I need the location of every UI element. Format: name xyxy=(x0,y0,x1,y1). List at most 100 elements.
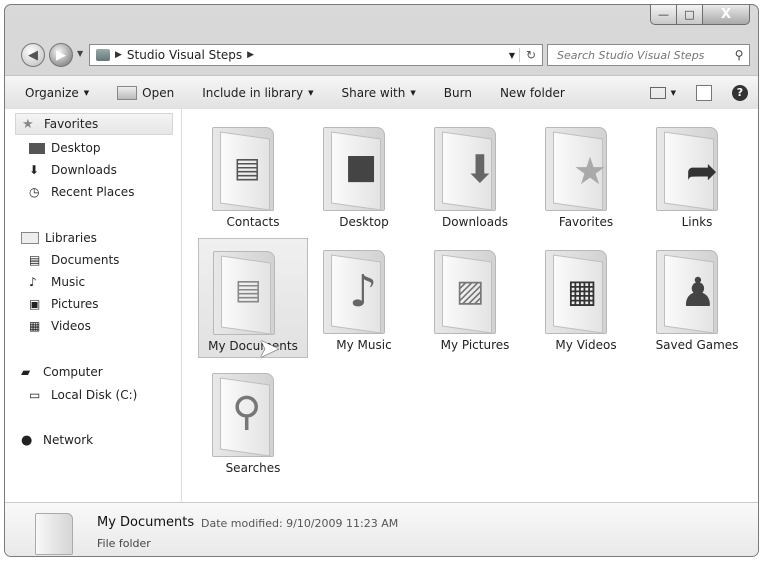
folder-icon: ♟ xyxy=(656,244,738,334)
nav-item-computer[interactable]: ▰ Computer xyxy=(21,365,103,379)
new-folder-button[interactable]: New folder xyxy=(500,86,565,100)
search-icon[interactable]: ⚲ xyxy=(729,48,749,62)
folder-my-pictures[interactable]: ▨ My Pictures xyxy=(420,238,530,358)
nav-item-libraries[interactable]: Libraries xyxy=(21,231,97,245)
nav-item-videos[interactable]: ▦ Videos xyxy=(29,319,91,333)
back-arrow-icon: ◀ xyxy=(28,47,38,63)
folder-label: My Documents xyxy=(208,339,298,353)
folder-icon: ➦ xyxy=(656,121,738,211)
details-type: File folder xyxy=(97,537,151,550)
view-options-icon[interactable] xyxy=(649,86,666,99)
back-button[interactable]: ◀ xyxy=(21,43,45,67)
organize-button[interactable]: Organize ▼ xyxy=(25,86,89,100)
folder-icon: ♪ xyxy=(323,244,405,334)
command-bar: Organize ▼ Open Include in library ▼ Share… xyxy=(5,75,758,110)
chevron-down-icon[interactable]: ▼ xyxy=(671,89,676,97)
nav-item-local-disk[interactable]: ▭ Local Disk (C:) xyxy=(29,388,137,402)
folder-saved-games[interactable]: ♟ Saved Games xyxy=(642,238,752,358)
breadcrumb-separator: ▶ xyxy=(115,50,122,60)
nav-item-favorites[interactable]: ★ Favorites xyxy=(15,113,173,135)
navigation-pane: ★ Favorites Desktop ⬇ Downloads ◷ Recent Pl… xyxy=(5,109,182,502)
folder-label: Searches xyxy=(225,461,281,475)
folder-links[interactable]: ➦ Links xyxy=(642,115,752,235)
pictures-icon: ▣ xyxy=(29,297,41,311)
help-icon[interactable]: ? xyxy=(732,84,748,101)
magnifier-icon: ⚲ xyxy=(232,389,262,435)
include-in-library-button[interactable]: Include in library ▼ xyxy=(202,86,313,100)
computer-icon: ▰ xyxy=(21,365,31,379)
folder-my-documents[interactable]: ▤ My Documents xyxy=(198,238,308,358)
address-bar[interactable]: ▶ Studio Visual Steps ▶ ▼ ↻ xyxy=(89,44,543,66)
chevron-down-icon: ▼ xyxy=(308,88,314,97)
picture-icon: ▨ xyxy=(456,274,485,309)
nav-item-desktop[interactable]: Desktop xyxy=(29,141,101,155)
videos-icon: ▦ xyxy=(29,319,41,333)
burn-button[interactable]: Burn xyxy=(444,86,472,100)
monitor-icon: ■ xyxy=(345,147,378,187)
network-icon: ● xyxy=(21,433,33,448)
folder-contacts[interactable]: ▤ Contacts xyxy=(198,115,308,235)
folder-desktop[interactable]: ■ Desktop xyxy=(309,115,419,235)
desktop-icon xyxy=(29,142,45,154)
search-input[interactable] xyxy=(555,47,729,63)
mouse-cursor-icon: ➤ xyxy=(258,334,280,364)
folder-label: Favorites xyxy=(558,215,614,229)
preview-pane-icon[interactable] xyxy=(696,84,712,101)
folder-icon: ⚲ xyxy=(212,367,294,457)
nav-item-documents[interactable]: ▤ Documents xyxy=(29,253,119,267)
folder-icon: ▨ xyxy=(434,244,516,334)
main-area: ★ Favorites Desktop ⬇ Downloads ◷ Recent Pl… xyxy=(5,109,758,502)
close-button[interactable]: X xyxy=(703,5,750,25)
chevron-down-icon: ▼ xyxy=(83,88,90,97)
recent-pages-dropdown[interactable]: ▼ xyxy=(77,49,83,58)
refresh-icon[interactable]: ↻ xyxy=(519,48,542,62)
folder-searches[interactable]: ⚲ Searches xyxy=(198,361,308,481)
folder-downloads[interactable]: ⬇ Downloads xyxy=(420,115,530,235)
folder-favorites[interactable]: ★ Favorites xyxy=(531,115,641,235)
maximize-button[interactable]: □ xyxy=(677,5,703,25)
folder-icon: ▦ xyxy=(545,244,627,334)
address-row: ◀ ▶ ▼ ▶ Studio Visual Steps ▶ ▼ ↻ ⚲ xyxy=(15,41,750,69)
chess-pawn-icon: ♟ xyxy=(680,270,716,316)
music-icon: ♪ xyxy=(29,275,37,289)
details-pane: My Documents Date modified: 9/10/2009 11… xyxy=(5,502,758,556)
folder-label: Saved Games xyxy=(655,338,739,352)
minimize-button[interactable]: — xyxy=(650,5,677,25)
explorer-window: — □ X ◀ ▶ ▼ ▶ Studio Visual Steps ▶ ▼ ↻ … xyxy=(4,4,759,557)
folder-icon: ★ xyxy=(545,121,627,211)
open-button[interactable]: Open xyxy=(117,85,174,100)
downloads-icon: ⬇ xyxy=(29,163,40,177)
nav-item-network[interactable]: ● Network xyxy=(21,433,93,448)
open-icon xyxy=(117,85,138,100)
star-icon: ★ xyxy=(22,117,34,132)
details-name: My Documents xyxy=(97,515,195,530)
forward-button[interactable]: ▶ xyxy=(49,43,73,67)
recent-places-icon: ◷ xyxy=(29,185,40,199)
folder-icon xyxy=(35,513,73,555)
breadcrumb-item[interactable]: Studio Visual Steps xyxy=(127,48,242,62)
nav-item-recent-places[interactable]: ◷ Recent Places xyxy=(29,185,134,199)
folder-label: Contacts xyxy=(226,215,280,229)
nav-item-pictures[interactable]: ▣ Pictures xyxy=(29,297,99,311)
folder-icon: ⬇ xyxy=(434,121,516,211)
user-folder-icon xyxy=(96,49,110,61)
chevron-down-icon: ▼ xyxy=(410,88,416,97)
folder-icon: ■ xyxy=(323,121,405,211)
nav-item-downloads[interactable]: ⬇ Downloads xyxy=(29,163,117,177)
document-icon: ▤ xyxy=(235,273,262,306)
down-arrow-icon: ⬇ xyxy=(464,147,496,191)
breadcrumb-separator[interactable]: ▶ xyxy=(247,50,254,60)
contact-card-icon: ▤ xyxy=(234,151,261,184)
folder-label: Links xyxy=(681,215,713,229)
folder-label: My Music xyxy=(336,338,392,352)
nav-item-music[interactable]: ♪ Music xyxy=(29,275,85,289)
search-box[interactable]: ⚲ xyxy=(547,44,750,66)
folder-my-videos[interactable]: ▦ My Videos xyxy=(531,238,641,358)
toolbar-right: ▼ ? xyxy=(649,84,758,101)
share-with-button[interactable]: Share with ▼ xyxy=(341,86,415,100)
folder-icon: ▤ xyxy=(213,245,295,335)
hard-disk-icon: ▭ xyxy=(29,388,41,402)
address-dropdown-icon[interactable]: ▼ xyxy=(505,51,519,60)
folder-label: Downloads xyxy=(442,215,508,229)
folder-my-music[interactable]: ♪ My Music xyxy=(309,238,419,358)
